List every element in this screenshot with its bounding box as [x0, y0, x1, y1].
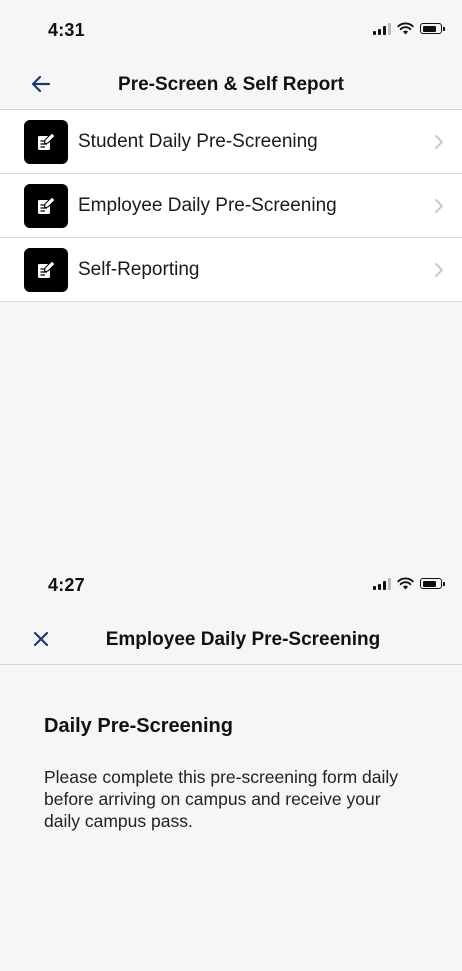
nav-bar: Employee Daily Pre-Screening	[0, 617, 462, 665]
chevron-right-icon	[435, 198, 443, 213]
status-icons	[373, 577, 445, 590]
section-heading: Daily Pre-Screening	[44, 715, 233, 737]
chevron-right-icon	[435, 134, 443, 149]
list-item-label: Student Daily Pre-Screening	[78, 130, 318, 152]
description-text: Please complete this pre-screening form …	[44, 767, 399, 831]
status-time: 4:27	[48, 575, 85, 595]
form-edit-icon	[24, 119, 68, 164]
status-bar: 4:27	[0, 555, 462, 617]
list-item-label: Employee Daily Pre-Screening	[78, 194, 337, 216]
battery-icon	[420, 23, 445, 34]
wifi-icon	[397, 22, 414, 35]
page-title: Pre-Screen & Self Report	[118, 74, 344, 95]
menu-list: Student Daily Pre-Screening Employee Dai…	[0, 110, 462, 302]
status-time: 4:31	[48, 20, 85, 40]
list-item-employee-pre-screening[interactable]: Employee Daily Pre-Screening	[0, 174, 462, 238]
wifi-icon	[397, 577, 414, 590]
content-area: Daily Pre-Screening Please complete this…	[0, 665, 462, 832]
status-bar: 4:31	[0, 0, 462, 62]
signal-icon	[373, 22, 391, 35]
chevron-right-icon	[435, 262, 443, 277]
signal-icon	[373, 577, 391, 590]
battery-icon	[420, 578, 445, 589]
list-item-student-pre-screening[interactable]: Student Daily Pre-Screening	[0, 110, 462, 174]
form-edit-icon	[24, 183, 68, 228]
list-item-self-reporting[interactable]: Self-Reporting	[0, 238, 462, 302]
nav-bar: Pre-Screen & Self Report	[0, 62, 462, 110]
employee-pre-screening-screen: 4:27 Employee Daily Pre-Screening Daily …	[0, 555, 462, 971]
list-item-label: Self-Reporting	[78, 258, 200, 280]
status-icons	[373, 22, 445, 35]
form-edit-icon	[24, 247, 68, 292]
pre-screen-list-screen: 4:31 Pre-Screen & Self Report Student Da…	[0, 0, 462, 555]
page-title: Employee Daily Pre-Screening	[105, 629, 381, 650]
